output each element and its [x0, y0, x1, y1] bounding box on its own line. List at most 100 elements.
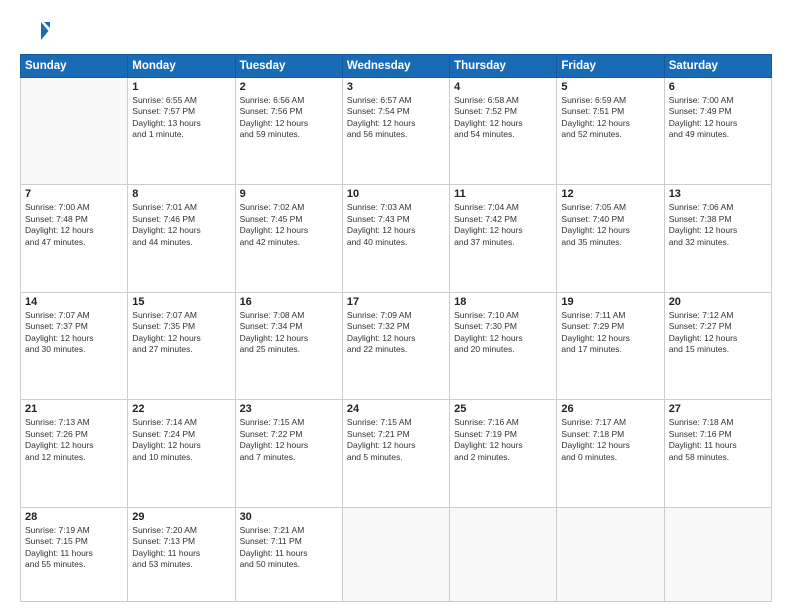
calendar-cell: 4 Sunrise: 6:58 AM Sunset: 7:52 PM Daylig…	[450, 78, 557, 185]
calendar-cell: 2 Sunrise: 6:56 AM Sunset: 7:56 PM Daylig…	[235, 78, 342, 185]
weekday-header: Friday	[557, 55, 664, 78]
day-number: 24	[347, 403, 445, 415]
calendar-cell: 6 Sunrise: 7:00 AM Sunset: 7:49 PM Daylig…	[664, 78, 771, 185]
day-number: 27	[669, 403, 767, 415]
day-info: Sunrise: 7:15 AM Sunset: 7:21 PM Dayligh…	[347, 417, 445, 463]
day-info: Sunrise: 7:00 AM Sunset: 7:49 PM Dayligh…	[669, 95, 767, 141]
day-info: Sunrise: 7:10 AM Sunset: 7:30 PM Dayligh…	[454, 310, 552, 356]
day-number: 18	[454, 296, 552, 308]
calendar-cell: 22 Sunrise: 7:14 AM Sunset: 7:24 PM Dayli…	[128, 400, 235, 507]
calendar-cell: 20Sunrise: 7:12 AM Sunset: 7:27 PM Dayli…	[664, 292, 771, 399]
day-number: 10	[347, 188, 445, 200]
day-info: Sunrise: 7:05 AM Sunset: 7:40 PM Dayligh…	[561, 202, 659, 248]
calendar-table: SundayMondayTuesdayWednesdayThursdayFrid…	[20, 54, 772, 602]
day-info: Sunrise: 7:17 AM Sunset: 7:18 PM Dayligh…	[561, 417, 659, 463]
calendar-cell: 14 Sunrise: 7:07 AM Sunset: 7:37 PM Dayli…	[21, 292, 128, 399]
calendar-week-row: 28 Sunrise: 7:19 AM Sunset: 7:15 PM Dayli…	[21, 507, 772, 601]
calendar-cell: 13 Sunrise: 7:06 AM Sunset: 7:38 PM Dayli…	[664, 185, 771, 292]
day-info: Sunrise: 7:07 AM Sunset: 7:35 PM Dayligh…	[132, 310, 230, 356]
day-info: Sunrise: 6:58 AM Sunset: 7:52 PM Dayligh…	[454, 95, 552, 141]
calendar-cell: 16 Sunrise: 7:08 AM Sunset: 7:34 PM Dayli…	[235, 292, 342, 399]
day-info: Sunrise: 7:20 AM Sunset: 7:13 PM Dayligh…	[132, 525, 230, 571]
logo	[20, 16, 54, 46]
calendar-cell: 11Sunrise: 7:04 AM Sunset: 7:42 PM Dayli…	[450, 185, 557, 292]
logo-icon	[20, 16, 50, 46]
day-number: 19	[561, 296, 659, 308]
day-number: 13	[669, 188, 767, 200]
day-info: Sunrise: 6:55 AM Sunset: 7:57 PM Dayligh…	[132, 95, 230, 141]
weekday-header: Sunday	[21, 55, 128, 78]
day-number: 28	[25, 511, 123, 523]
day-info: Sunrise: 7:06 AM Sunset: 7:38 PM Dayligh…	[669, 202, 767, 248]
calendar-cell: 19 Sunrise: 7:11 AM Sunset: 7:29 PM Dayli…	[557, 292, 664, 399]
calendar-week-row: 1 Sunrise: 6:55 AM Sunset: 7:57 PM Daylig…	[21, 78, 772, 185]
day-number: 25	[454, 403, 552, 415]
day-number: 16	[240, 296, 338, 308]
day-info: Sunrise: 7:08 AM Sunset: 7:34 PM Dayligh…	[240, 310, 338, 356]
calendar-cell: 23Sunrise: 7:15 AM Sunset: 7:22 PM Dayli…	[235, 400, 342, 507]
calendar-cell: 27 Sunrise: 7:18 AM Sunset: 7:16 PM Dayli…	[664, 400, 771, 507]
day-info: Sunrise: 7:07 AM Sunset: 7:37 PM Dayligh…	[25, 310, 123, 356]
calendar-cell: 9Sunrise: 7:02 AM Sunset: 7:45 PM Daylig…	[235, 185, 342, 292]
day-info: Sunrise: 7:11 AM Sunset: 7:29 PM Dayligh…	[561, 310, 659, 356]
day-number: 5	[561, 81, 659, 93]
day-number: 26	[561, 403, 659, 415]
day-number: 14	[25, 296, 123, 308]
day-number: 23	[240, 403, 338, 415]
weekday-header: Monday	[128, 55, 235, 78]
calendar-cell: 1 Sunrise: 6:55 AM Sunset: 7:57 PM Daylig…	[128, 78, 235, 185]
day-info: Sunrise: 7:14 AM Sunset: 7:24 PM Dayligh…	[132, 417, 230, 463]
day-info: Sunrise: 7:13 AM Sunset: 7:26 PM Dayligh…	[25, 417, 123, 463]
calendar-cell: 15 Sunrise: 7:07 AM Sunset: 7:35 PM Dayli…	[128, 292, 235, 399]
day-info: Sunrise: 7:00 AM Sunset: 7:48 PM Dayligh…	[25, 202, 123, 248]
calendar-cell: 21 Sunrise: 7:13 AM Sunset: 7:26 PM Dayli…	[21, 400, 128, 507]
day-number: 1	[132, 81, 230, 93]
day-info: Sunrise: 6:56 AM Sunset: 7:56 PM Dayligh…	[240, 95, 338, 141]
weekday-header: Wednesday	[342, 55, 449, 78]
page: SundayMondayTuesdayWednesdayThursdayFrid…	[0, 0, 792, 612]
calendar-cell: 25Sunrise: 7:16 AM Sunset: 7:19 PM Dayli…	[450, 400, 557, 507]
calendar-cell: 7 Sunrise: 7:00 AM Sunset: 7:48 PM Daylig…	[21, 185, 128, 292]
calendar-cell: 12 Sunrise: 7:05 AM Sunset: 7:40 PM Dayli…	[557, 185, 664, 292]
day-number: 9	[240, 188, 338, 200]
header	[20, 16, 772, 46]
calendar-cell: 10Sunrise: 7:03 AM Sunset: 7:43 PM Dayli…	[342, 185, 449, 292]
calendar-week-row: 7 Sunrise: 7:00 AM Sunset: 7:48 PM Daylig…	[21, 185, 772, 292]
day-number: 30	[240, 511, 338, 523]
calendar-cell: 28 Sunrise: 7:19 AM Sunset: 7:15 PM Dayli…	[21, 507, 128, 601]
calendar-cell: 3Sunrise: 6:57 AM Sunset: 7:54 PM Daylig…	[342, 78, 449, 185]
day-info: Sunrise: 6:59 AM Sunset: 7:51 PM Dayligh…	[561, 95, 659, 141]
day-info: Sunrise: 7:21 AM Sunset: 7:11 PM Dayligh…	[240, 525, 338, 571]
calendar-cell: 30 Sunrise: 7:21 AM Sunset: 7:11 PM Dayli…	[235, 507, 342, 601]
calendar-cell: 5 Sunrise: 6:59 AM Sunset: 7:51 PM Daylig…	[557, 78, 664, 185]
weekday-header: Thursday	[450, 55, 557, 78]
day-number: 6	[669, 81, 767, 93]
day-number: 15	[132, 296, 230, 308]
calendar-cell	[450, 507, 557, 601]
weekday-header: Saturday	[664, 55, 771, 78]
day-info: Sunrise: 7:12 AM Sunset: 7:27 PM Dayligh…	[669, 310, 767, 356]
day-number: 8	[132, 188, 230, 200]
calendar-cell	[557, 507, 664, 601]
calendar-week-row: 14 Sunrise: 7:07 AM Sunset: 7:37 PM Dayli…	[21, 292, 772, 399]
day-number: 12	[561, 188, 659, 200]
day-number: 2	[240, 81, 338, 93]
day-info: Sunrise: 7:18 AM Sunset: 7:16 PM Dayligh…	[669, 417, 767, 463]
weekday-header: Tuesday	[235, 55, 342, 78]
day-number: 21	[25, 403, 123, 415]
calendar-cell: 24 Sunrise: 7:15 AM Sunset: 7:21 PM Dayli…	[342, 400, 449, 507]
day-number: 22	[132, 403, 230, 415]
calendar-header-row: SundayMondayTuesdayWednesdayThursdayFrid…	[21, 55, 772, 78]
day-number: 29	[132, 511, 230, 523]
calendar-cell	[21, 78, 128, 185]
day-info: Sunrise: 7:01 AM Sunset: 7:46 PM Dayligh…	[132, 202, 230, 248]
calendar-cell: 17Sunrise: 7:09 AM Sunset: 7:32 PM Dayli…	[342, 292, 449, 399]
day-info: Sunrise: 7:19 AM Sunset: 7:15 PM Dayligh…	[25, 525, 123, 571]
calendar-week-row: 21 Sunrise: 7:13 AM Sunset: 7:26 PM Dayli…	[21, 400, 772, 507]
day-info: Sunrise: 7:09 AM Sunset: 7:32 PM Dayligh…	[347, 310, 445, 356]
day-info: Sunrise: 6:57 AM Sunset: 7:54 PM Dayligh…	[347, 95, 445, 141]
day-number: 7	[25, 188, 123, 200]
day-number: 4	[454, 81, 552, 93]
calendar-cell: 26 Sunrise: 7:17 AM Sunset: 7:18 PM Dayli…	[557, 400, 664, 507]
calendar-cell: 8 Sunrise: 7:01 AM Sunset: 7:46 PM Daylig…	[128, 185, 235, 292]
